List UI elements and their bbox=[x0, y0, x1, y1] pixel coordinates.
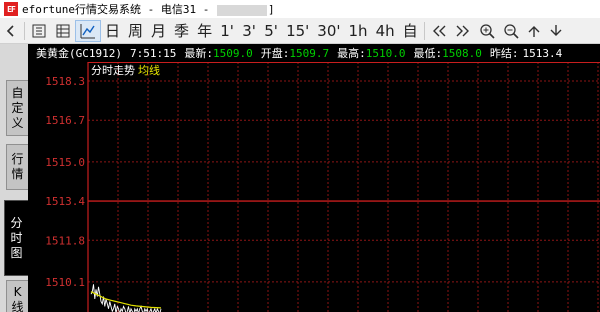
period-custom-button[interactable]: 自 bbox=[399, 20, 422, 42]
period-30min-button[interactable]: 30' bbox=[313, 20, 344, 42]
period-quarter-button[interactable]: 季 bbox=[170, 20, 193, 42]
trades-list-icon bbox=[56, 24, 70, 37]
period-week-button[interactable]: 周 bbox=[124, 20, 147, 42]
zoom-in-button[interactable] bbox=[475, 20, 499, 42]
tab-minute-chart-label: 时 bbox=[10, 230, 23, 245]
down-button[interactable] bbox=[545, 20, 567, 42]
period-1h-button[interactable]: 1h bbox=[345, 20, 372, 42]
page-right-button[interactable] bbox=[451, 20, 475, 42]
quote-chart-panel[interactable]: 美黄金(GC1912) 7:51:15 最新: 1509.0 开盘: 1509.… bbox=[28, 44, 600, 312]
quote-time: 7:51:15 bbox=[129, 46, 177, 60]
app-window: EF efortune行情交易系统 - 电信31 - ] 日 周 月 季 年 1… bbox=[0, 0, 600, 312]
tab-kline-label: K bbox=[13, 285, 22, 299]
prev-close-label: 昨结: bbox=[489, 47, 519, 60]
symbol-name: 美黄金(GC1912) bbox=[36, 47, 122, 60]
arrow-left-icon bbox=[6, 24, 14, 37]
tab-kline[interactable]: K 线 bbox=[6, 280, 28, 312]
toolbar-separator bbox=[423, 21, 425, 40]
back-button[interactable] bbox=[0, 20, 22, 42]
arrow-up-icon bbox=[528, 25, 540, 37]
window-title-suffix: ] bbox=[267, 3, 275, 16]
open-label: 开盘: bbox=[260, 47, 290, 60]
minute-chart-button[interactable] bbox=[75, 19, 101, 42]
open-value: 1509.7 bbox=[289, 46, 330, 60]
y-tick-label: 1513.4 bbox=[45, 195, 85, 208]
avg-line-label: 均线 bbox=[138, 63, 160, 77]
tab-quotes-label: 情 bbox=[11, 167, 24, 181]
period-month-button[interactable]: 月 bbox=[147, 20, 170, 42]
tab-minute-chart[interactable]: 分 时 图 bbox=[4, 200, 28, 276]
period-5min-button[interactable]: 5' bbox=[260, 20, 282, 42]
tab-minute-chart-label: 分 bbox=[10, 215, 23, 230]
trades-list-button[interactable] bbox=[51, 20, 75, 42]
window-title: efortune行情交易系统 - 电信31 - ] bbox=[22, 1, 275, 17]
period-year-button[interactable]: 年 bbox=[193, 20, 216, 42]
period-4h-button[interactable]: 4h bbox=[372, 20, 399, 42]
period-1min-button[interactable]: 1' bbox=[216, 20, 238, 42]
redacted-title-segment bbox=[216, 4, 267, 16]
tick-list-button[interactable] bbox=[27, 20, 51, 42]
arrow-down-icon bbox=[550, 24, 562, 36]
latest-label: 最新: bbox=[184, 47, 213, 60]
tab-custom-label: 定 bbox=[11, 100, 24, 115]
high-label: 最高: bbox=[337, 47, 366, 60]
period-day-button[interactable]: 日 bbox=[101, 20, 124, 42]
tab-minute-chart-label: 图 bbox=[10, 245, 23, 260]
minute-chart-icon bbox=[80, 23, 95, 38]
chart-subtitle: 分时走势 bbox=[91, 64, 135, 77]
up-button[interactable] bbox=[523, 20, 545, 42]
latest-value: 1509.0 bbox=[212, 46, 253, 60]
double-chevron-left-icon bbox=[432, 25, 446, 36]
tick-list-icon bbox=[32, 24, 46, 37]
y-tick-label: 1515.0 bbox=[45, 156, 85, 169]
tab-quotes-label: 行 bbox=[11, 152, 24, 166]
tab-quotes[interactable]: 行 情 bbox=[6, 144, 28, 190]
average-series-line bbox=[90, 291, 162, 309]
window-title-prefix: efortune行情交易系统 - 电信31 - bbox=[22, 3, 216, 16]
low-value: 1508.0 bbox=[442, 46, 482, 60]
y-tick-label: 1511.8 bbox=[45, 234, 85, 247]
zoom-in-icon bbox=[480, 23, 495, 39]
tab-custom-label: 义 bbox=[11, 115, 24, 130]
zoom-out-icon bbox=[504, 23, 519, 39]
y-tick-label: 1510.1 bbox=[45, 276, 85, 289]
y-tick-label: 1518.3 bbox=[45, 75, 85, 88]
side-tabs: 自 定 义 行 情 分 时 图 K 线 bbox=[0, 44, 28, 312]
minute-chart-plot[interactable]: 1518.3 1516.7 1515.0 1513.4 1511.8 1510.1 分时走势… bbox=[28, 62, 600, 312]
tab-custom[interactable]: 自 定 义 bbox=[6, 80, 28, 136]
period-3min-button[interactable]: 3' bbox=[238, 20, 260, 42]
quote-info-bar: 美黄金(GC1912) 7:51:15 最新: 1509.0 开盘: 1509.… bbox=[28, 44, 600, 62]
page-left-button[interactable] bbox=[427, 20, 451, 42]
y-tick-label: 1516.7 bbox=[45, 114, 85, 127]
low-label: 最低: bbox=[413, 47, 443, 60]
high-value: 1510.0 bbox=[365, 46, 406, 60]
title-bar[interactable]: EF efortune行情交易系统 - 电信31 - ] bbox=[0, 0, 600, 18]
tab-kline-label: 线 bbox=[11, 300, 24, 312]
toolbar: 日 周 月 季 年 1' 3' 5' 15' 30' 1h 4h 自 bbox=[0, 18, 600, 44]
period-15min-button[interactable]: 15' bbox=[282, 20, 313, 42]
prev-close-value: 1513.4 bbox=[522, 46, 563, 60]
app-logo-icon: EF bbox=[4, 2, 18, 16]
toolbar-separator bbox=[24, 21, 25, 40]
zoom-out-button[interactable] bbox=[499, 20, 523, 42]
double-chevron-right-icon bbox=[456, 25, 469, 36]
tab-custom-label: 自 bbox=[11, 85, 24, 100]
